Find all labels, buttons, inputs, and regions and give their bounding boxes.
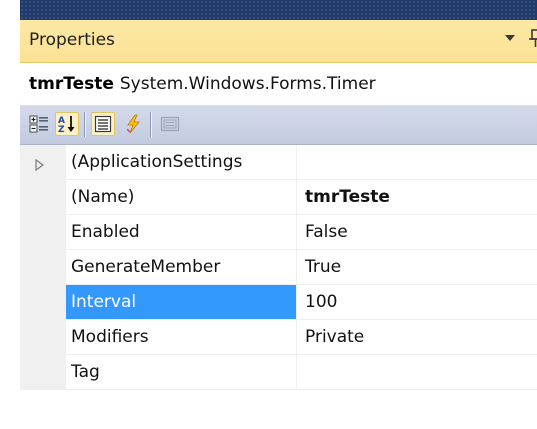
property-grid: (ApplicationSettings (Name) tmrTeste Ena… [20,145,537,390]
events-lightning-icon[interactable] [121,112,145,136]
svg-text:Z: Z [58,125,65,134]
categorized-icon[interactable] [27,112,51,136]
properties-toolbar: A Z [20,106,537,145]
row-gutter [20,320,66,355]
object-type: System.Windows.Forms.Timer [119,74,376,94]
property-name[interactable]: Modifiers [66,320,297,355]
row-gutter [20,355,66,390]
property-name[interactable]: Enabled [66,215,297,250]
property-row-selected[interactable]: Interval 100 [20,285,537,320]
property-row[interactable]: GenerateMember True [20,250,537,285]
panel-titlebar[interactable]: Properties [20,20,537,63]
property-name[interactable]: (ApplicationSettings [66,145,297,180]
properties-panel: Properties tmrTesteSystem.Windows.Forms [20,20,537,429]
toolbar-separator [150,112,152,137]
dropdown-arrow-icon[interactable] [505,35,515,41]
left-margin [0,0,20,429]
ide-background-strip [20,0,537,20]
property-name[interactable]: Interval [66,285,297,320]
properties-icon[interactable] [91,112,115,136]
property-value[interactable]: 100 [297,285,537,320]
property-row[interactable]: Enabled False [20,215,537,250]
row-gutter [20,145,66,180]
expand-arrow-icon[interactable] [35,156,45,175]
panel-title: Properties [29,30,115,50]
row-gutter [20,250,66,285]
pin-icon[interactable] [529,29,537,47]
property-value[interactable] [297,145,537,180]
property-row[interactable]: (Name) tmrTeste [20,180,537,215]
property-value[interactable]: True [297,250,537,285]
property-row[interactable]: Modifiers Private [20,320,537,355]
titlebar-buttons [505,29,537,47]
property-value[interactable] [297,355,537,390]
property-row[interactable]: Tag [20,355,537,390]
object-selector-text: tmrTeste System.Windows.Forms.Timer [29,74,376,94]
property-name[interactable]: GenerateMember [66,250,297,285]
alphabetical-sort-icon[interactable]: A Z [55,112,79,136]
property-name[interactable]: (Name) [66,180,297,215]
object-selector[interactable]: tmrTeste System.Windows.Forms.Timer [20,63,537,106]
property-value[interactable]: False [297,215,537,250]
property-name[interactable]: Tag [66,355,297,390]
property-pages-icon[interactable] [158,112,182,136]
row-gutter [20,215,66,250]
property-value[interactable]: Private [297,320,537,355]
object-name: tmrTeste [29,74,114,94]
row-gutter [20,285,66,320]
toolbar-separator [84,112,86,137]
row-gutter [20,180,66,215]
property-row[interactable]: (ApplicationSettings [20,145,537,180]
properties-window-frame: Properties tmrTesteSystem.Windows.Forms [0,0,537,429]
property-value[interactable]: tmrTeste [297,180,537,215]
